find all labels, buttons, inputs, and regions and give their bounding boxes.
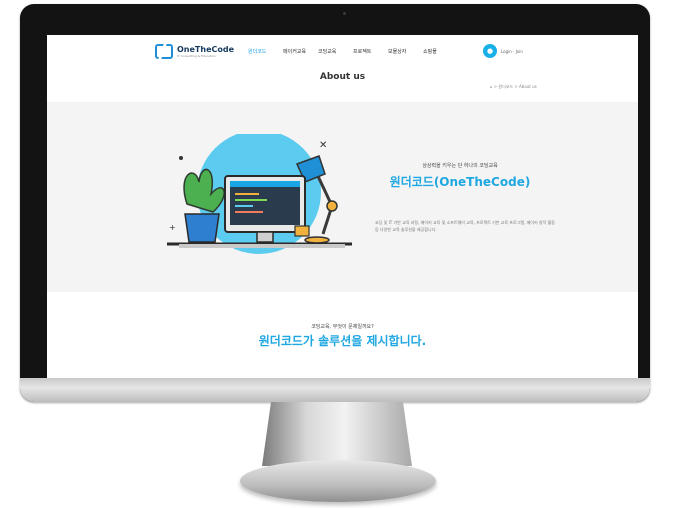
nav-item-project[interactable]: 프로젝트 [353,48,388,55]
svg-text:+: + [169,223,176,232]
page-title: About us [319,72,366,82]
monitor-stand-neck [262,402,412,466]
hero-title: 원더코드(OneTheCode) [389,175,531,189]
section2-title: 원더코드가 솔루션을 제시합니다. [258,334,427,348]
computer-icon [224,175,306,243]
website-screen: OneTheCode IT Consulting & Education 원더코… [47,35,638,378]
nav-item-onethecode[interactable]: 원더코드 [248,48,283,55]
hero-text-block: 상상력을 키우는 단 하나의 코딩교육 원더코드(OneTheCode) [375,162,545,190]
user-bar: ● Login · Join [483,44,523,58]
main-nav: 원더코드 메이커교육 코딩교육 프로젝트 보물상자 쇼핑몰 [248,48,458,55]
hero-description: 코딩 및 IT 기반 교육 과정, 메이커 교육 및 소프트웨어 교육, 프로젝… [375,220,555,232]
monitor-chin [20,378,650,402]
hero-subtitle: 상상력을 키우는 단 하나의 코딩교육 [422,163,498,169]
logo-icon [155,44,173,59]
login-join-links[interactable]: Login · Join [501,49,523,54]
breadcrumb[interactable]: ⌂ > 원더코드 > About us [490,84,537,90]
monitor-stand-base [240,460,436,502]
logo-name: OneTheCode [177,44,235,54]
nav-item-coding[interactable]: 코딩교육 [318,48,353,55]
workspace-illustration: ✕ + [167,134,352,254]
nav-item-shop[interactable]: 쇼핑몰 [423,48,458,55]
user-icon[interactable]: ● [483,44,497,58]
camera-dot [343,12,346,15]
logo-tagline: IT Consulting & Education [177,53,216,58]
site-logo[interactable]: OneTheCode IT Consulting & Education [155,44,234,59]
note-icon [294,225,310,237]
svg-text:✕: ✕ [319,140,327,151]
site-header: OneTheCode IT Consulting & Education 원더코… [47,40,638,64]
hero-section: ✕ + 상상력을 키우는 단 하나의 코딩교육 원더코드(OneTheCode)… [47,102,638,292]
section2-subtitle: 코딩교육, 무엇이 문제일까요? [311,324,374,330]
monitor-bezel: OneTheCode IT Consulting & Education 원더코… [20,4,650,402]
nav-item-maker[interactable]: 메이커교육 [283,48,318,55]
nav-item-treasure[interactable]: 보물상자 [388,48,423,55]
